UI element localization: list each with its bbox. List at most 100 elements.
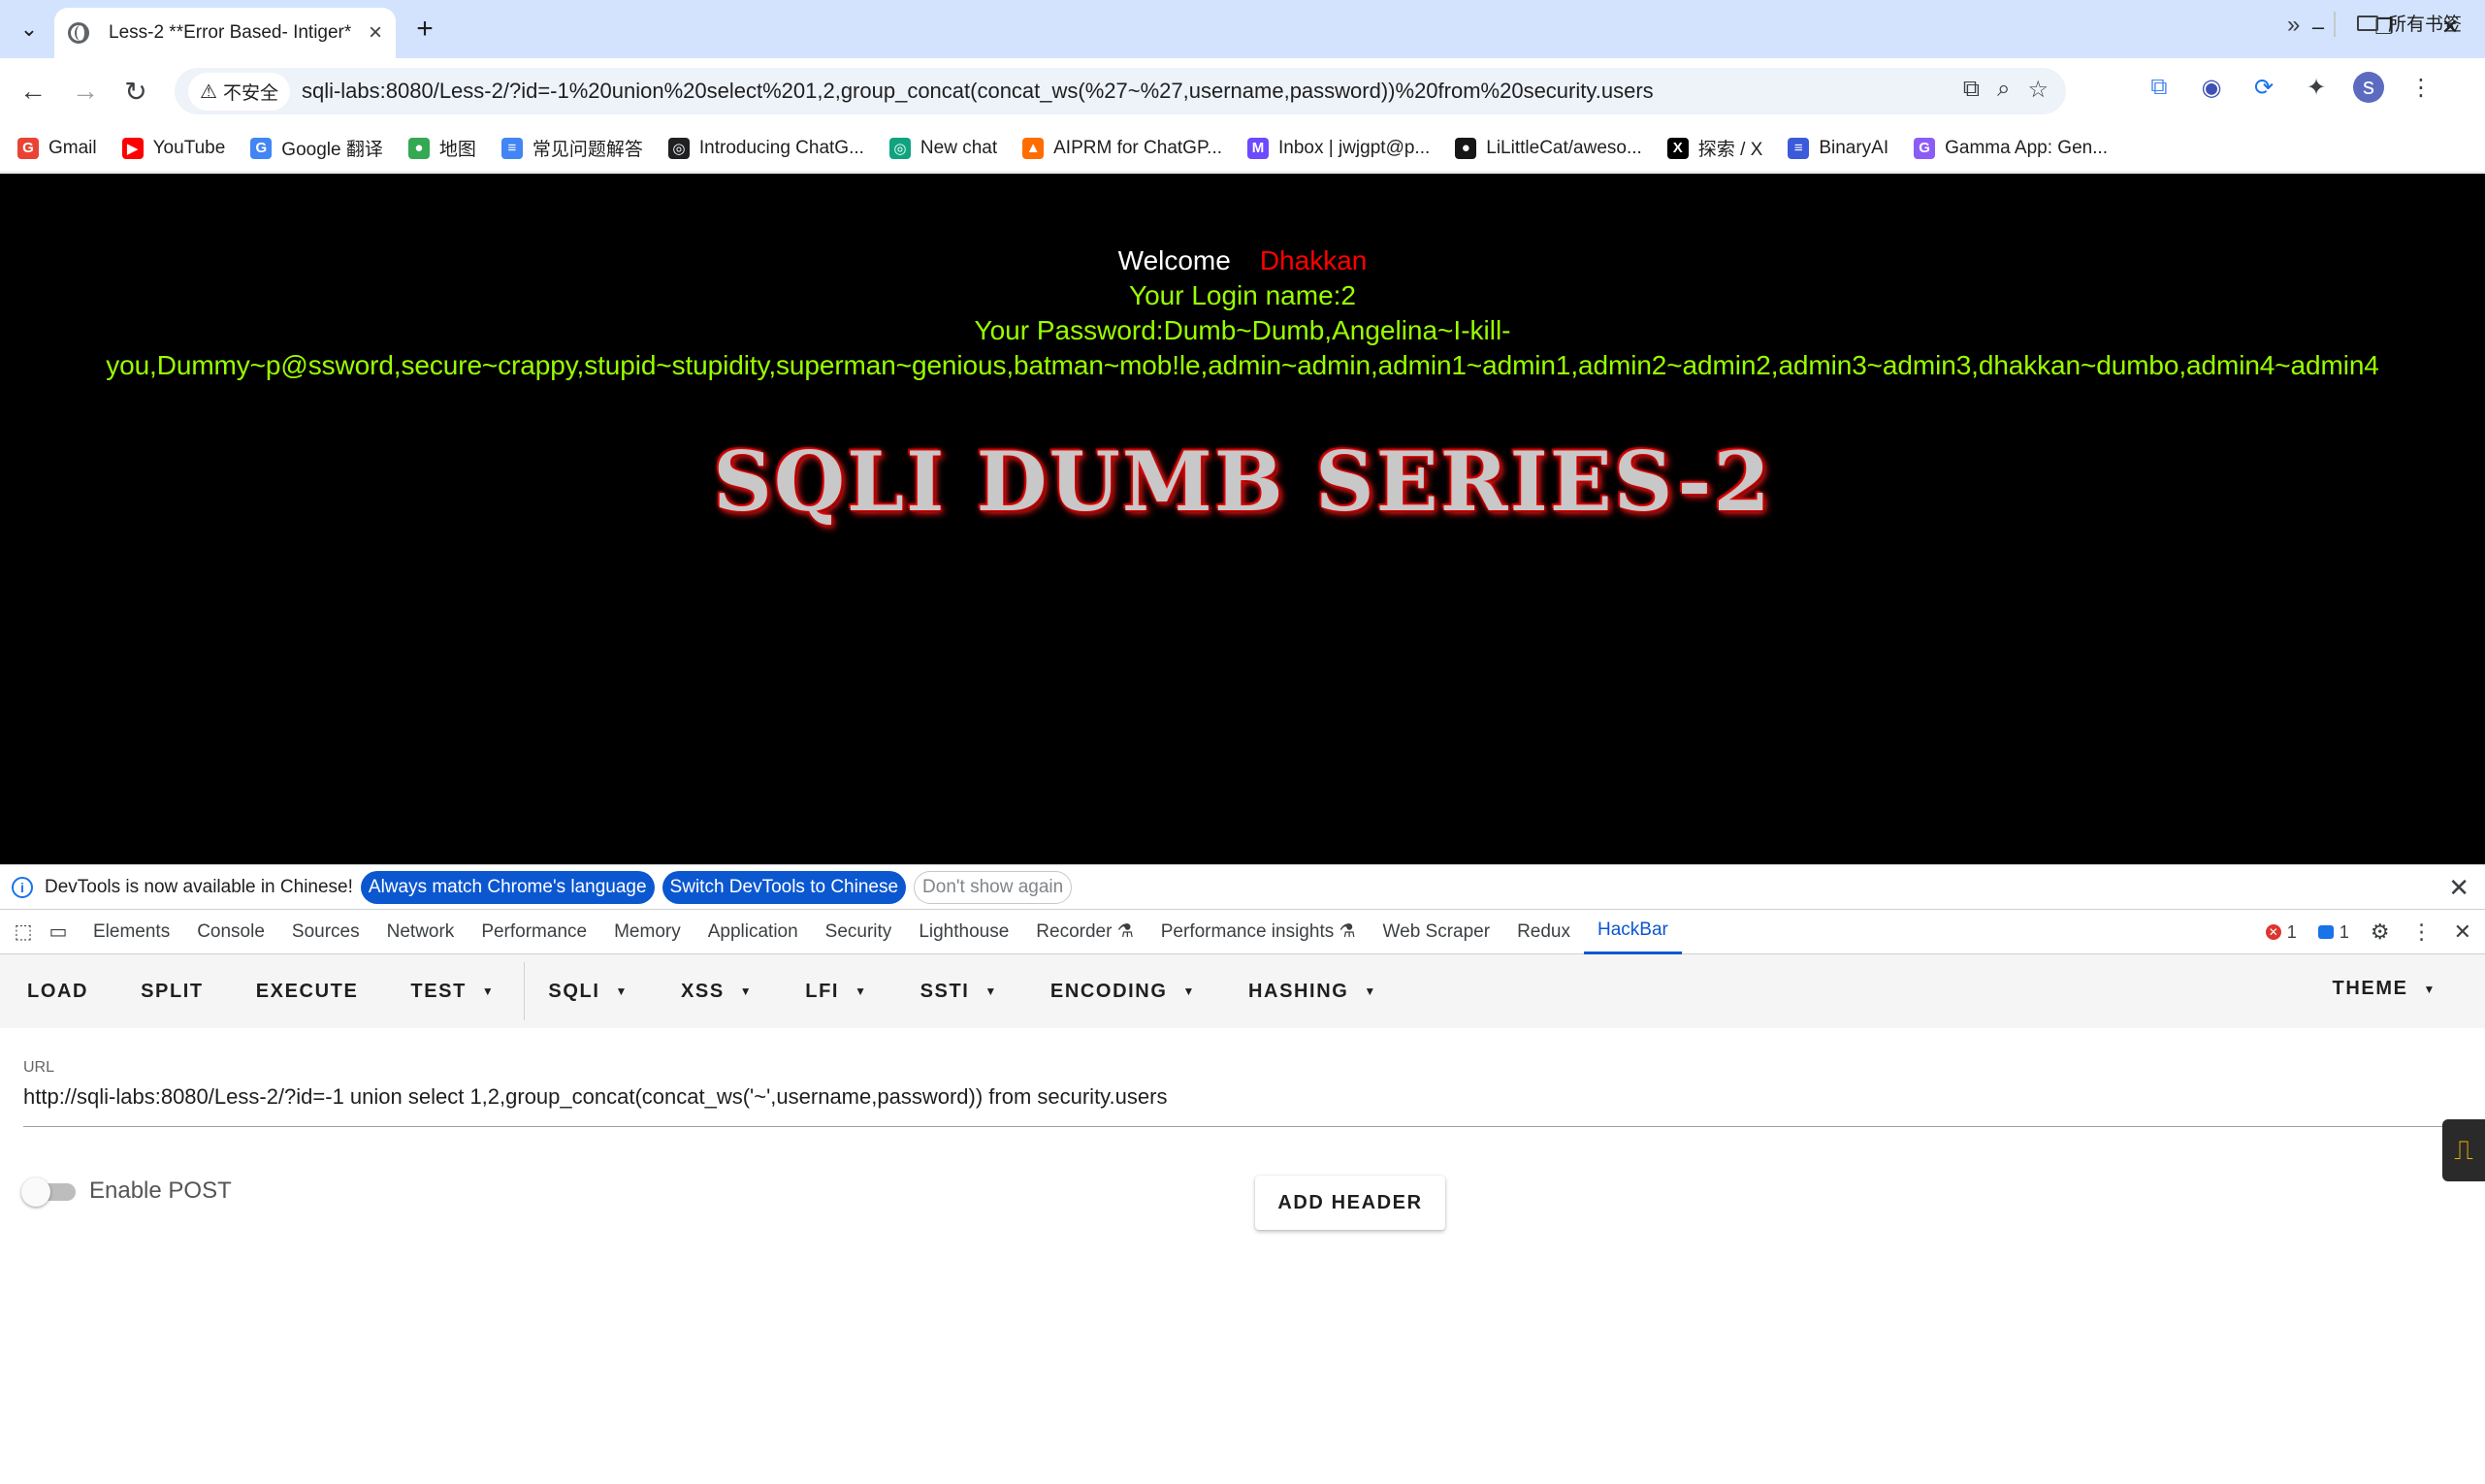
hackbar-side-handle-icon[interactable]: ⎍ — [2442, 1119, 2485, 1181]
hackbar-url-field[interactable]: URL http://sqli-labs:8080/Less-2/?id=-1 … — [23, 1059, 2462, 1127]
address-url[interactable]: sqli-labs:8080/Less-2/?id=-1%20union%20s… — [302, 79, 1654, 104]
devtools-tab-memory[interactable]: Memory — [600, 910, 694, 954]
translate-extension-icon[interactable]: ⧉ — [2144, 72, 2175, 103]
bookmark-item[interactable]: G Google 翻译 — [250, 135, 383, 161]
bookmark-item[interactable]: G Gamma App: Gen... — [1914, 137, 2108, 159]
reload-icon[interactable]: ↻ — [116, 72, 155, 111]
devtools-tab-redux[interactable]: Redux — [1503, 910, 1584, 954]
devtools-tab-lighthouse[interactable]: Lighthouse — [905, 910, 1022, 954]
bookmark-item[interactable]: ▶ YouTube — [121, 137, 226, 159]
page-viewport: Welcome Dhakkan Your Login name:2 Your Pa… — [0, 174, 2485, 864]
switch-knob — [21, 1178, 50, 1207]
bookmark-item[interactable]: ≡ BinaryAI — [1788, 137, 1889, 159]
bookmark-star-icon[interactable]: ☆ — [2027, 76, 2049, 104]
theme-label: THEME — [2332, 978, 2408, 999]
bookmark-item[interactable]: M Inbox | jwjgpt@p... — [1247, 137, 1430, 159]
lfi-menu-button[interactable]: LFI ▼ — [805, 981, 867, 1003]
bookmark-label: YouTube — [152, 137, 226, 158]
devtools-tab-sources[interactable]: Sources — [278, 910, 373, 954]
bookmark-item[interactable]: ● LiLittleCat/aweso... — [1455, 137, 1642, 159]
encoding-label: ENCODING — [1049, 980, 1168, 1002]
match-language-button[interactable]: Always match Chrome's language — [360, 870, 655, 904]
zoom-icon[interactable]: ⌕ — [1997, 76, 2010, 104]
bookmark-label: AIPRM for ChatGP... — [1053, 137, 1223, 158]
post-switch[interactable] — [21, 1178, 76, 1207]
github-icon: ● — [1455, 137, 1477, 159]
split-button[interactable]: SPLIT — [141, 981, 204, 1003]
theme-menu-button[interactable]: THEME ▼ — [2333, 978, 2437, 1000]
devtools-close-icon[interactable]: ✕ — [2454, 919, 2471, 945]
caret-down-icon: ▼ — [855, 984, 868, 998]
extensions-puzzle-icon[interactable]: ✦ — [2301, 72, 2332, 103]
maps-icon: ● — [407, 137, 430, 159]
devtools-tab-performance[interactable]: Performance — [468, 910, 600, 954]
message-icon — [2317, 925, 2334, 939]
caret-down-icon: ▼ — [1182, 984, 1196, 998]
devtools-menu-icon[interactable]: ⋮ — [2411, 919, 2433, 945]
error-count: 1 — [2286, 921, 2297, 942]
devtools-tab-network[interactable]: Network — [373, 910, 468, 954]
browser-tab-active[interactable]: Less-2 **Error Based- Intiger** × — [54, 8, 396, 58]
info-icon: i — [12, 876, 33, 898]
hashing-label: HASHING — [1247, 980, 1349, 1002]
ssti-menu-button[interactable]: SSTI ▼ — [920, 981, 998, 1003]
gamma-icon: G — [1914, 137, 1936, 159]
add-header-button[interactable]: ADD HEADER — [1255, 1176, 1445, 1230]
security-warning-chip[interactable]: ⚠ 不安全 — [188, 72, 290, 111]
address-bar[interactable]: ⚠ 不安全 sqli-labs:8080/Less-2/?id=-1%20uni… — [175, 68, 2066, 114]
translate-page-icon[interactable]: ⧉ — [1963, 76, 1980, 104]
inspect-element-icon[interactable]: ⬚ — [10, 919, 37, 946]
devtools-tab-web-scraper[interactable]: Web Scraper — [1370, 910, 1504, 954]
bookmarks-bar: G Gmail ▶ YouTube G Google 翻译 ● 地图 ≡ 常见问题解答 ◎ Intro… — [0, 124, 2485, 173]
test-menu-button[interactable]: TEST ▼ — [410, 981, 495, 1003]
device-toolbar-icon[interactable]: ▭ — [45, 919, 72, 946]
back-arrow-icon[interactable]: ← — [14, 72, 52, 111]
forward-arrow-icon[interactable]: → — [66, 72, 105, 111]
new-tab-plus-icon[interactable]: + — [407, 12, 442, 47]
devtools-tab-security[interactable]: Security — [812, 910, 906, 954]
encoding-menu-button[interactable]: ENCODING ▼ — [1050, 981, 1196, 1003]
assistant-extension-icon[interactable]: ◉ — [2196, 72, 2227, 103]
caret-down-icon: ▼ — [984, 984, 998, 998]
all-bookmarks-label: 所有书签 — [2388, 15, 2463, 35]
welcome-name: Dhakkan — [1259, 245, 1368, 275]
xss-menu-button[interactable]: XSS ▼ — [681, 981, 753, 1003]
bookmark-label: BinaryAI — [1819, 137, 1889, 158]
bookmark-item[interactable]: ● 地图 — [407, 135, 476, 161]
browser-menu-icon[interactable]: ⋮ — [2405, 72, 2437, 103]
sync-extension-icon[interactable]: ⟳ — [2248, 72, 2279, 103]
infobar-close-icon[interactable]: ✕ — [2448, 873, 2469, 903]
bookmark-item[interactable]: X 探索 / X — [1666, 135, 1762, 161]
sqli-menu-button[interactable]: SQLI ▼ — [548, 981, 629, 1003]
devtools-tab-recorder[interactable]: Recorder ⚗ — [1022, 910, 1146, 954]
bookmark-item[interactable]: G Gmail — [17, 137, 97, 159]
bookmarks-divider — [2334, 12, 2336, 37]
all-bookmarks-folder[interactable]: 所有书签 — [2357, 10, 2462, 36]
dont-show-again-button[interactable]: Don't show again — [914, 870, 1073, 904]
bookmark-item[interactable]: ▲ AIPRM for ChatGP... — [1022, 137, 1223, 159]
bookmark-item[interactable]: ◎ Introducing ChatG... — [667, 137, 864, 159]
url-input[interactable]: http://sqli-labs:8080/Less-2/?id=-1 unio… — [23, 1084, 2462, 1110]
bookmark-item[interactable]: ≡ 常见问题解答 — [500, 135, 643, 161]
hashing-menu-button[interactable]: HASHING ▼ — [1248, 981, 1377, 1003]
bookmark-item[interactable]: ◎ New chat — [888, 137, 997, 159]
devtools-tab-application[interactable]: Application — [694, 910, 812, 954]
bookmarks-overflow-icon[interactable]: » — [2287, 12, 2300, 39]
enable-post-toggle[interactable]: Enable POST — [21, 1178, 232, 1207]
bookmark-label: 常见问题解答 — [532, 140, 643, 160]
switch-chinese-button[interactable]: Switch DevTools to Chinese — [662, 870, 907, 904]
devtools-tab-performance-insights[interactable]: Performance insights ⚗ — [1147, 910, 1370, 954]
settings-gear-icon[interactable]: ⚙ — [2371, 919, 2390, 945]
profile-avatar[interactable]: s — [2353, 72, 2384, 103]
execute-button[interactable]: EXECUTE — [256, 981, 359, 1003]
message-counter[interactable]: 1 — [2317, 922, 2349, 943]
devtools-tab-elements[interactable]: Elements — [80, 910, 183, 954]
tab-close-icon[interactable]: × — [369, 19, 382, 47]
devtools-tab-console[interactable]: Console — [183, 910, 278, 954]
load-button[interactable]: LOAD — [27, 981, 88, 1003]
error-counter[interactable]: ✕ 1 — [2265, 921, 2297, 943]
x-icon: X — [1666, 137, 1689, 159]
devtools-tab-hackbar[interactable]: HackBar — [1583, 910, 1682, 954]
tab-search-chevron-icon[interactable]: ⌄ — [12, 12, 47, 47]
caret-down-icon: ▼ — [481, 984, 496, 998]
